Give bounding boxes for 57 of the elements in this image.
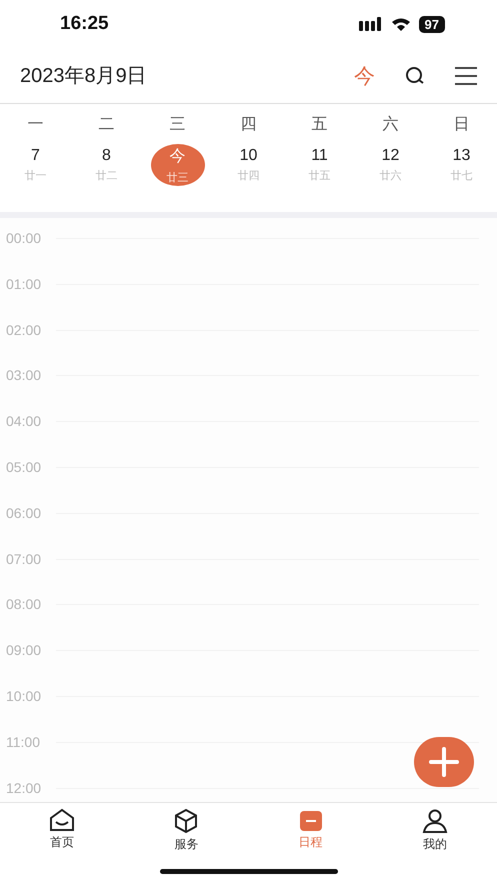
hour-label: 05:00	[6, 458, 42, 475]
tab-item[interactable]: 首页	[0, 803, 124, 851]
search-icon	[405, 66, 425, 86]
day-number: 7	[31, 147, 40, 165]
day-number: 11	[311, 147, 328, 165]
hour-label: 02:00	[6, 322, 42, 338]
day-cell[interactable]: 12 廿六	[364, 144, 418, 186]
day-number: 今	[170, 146, 186, 166]
plus-icon	[429, 747, 459, 777]
calendar-icon	[298, 808, 323, 832]
hour-label: 07:00	[6, 550, 42, 567]
weekday-label: 二	[98, 115, 116, 135]
hour-label: 00:00	[6, 230, 42, 246]
day-number: 13	[452, 147, 470, 165]
date-title: 2023年8月9日	[20, 64, 148, 89]
menu-button[interactable]	[455, 66, 477, 84]
day-cell[interactable]: 13 廿七	[434, 144, 488, 186]
lunar-date: 廿一	[24, 169, 46, 183]
menu-icon	[455, 66, 477, 84]
hour-label: 03:00	[6, 367, 42, 384]
person-icon	[422, 808, 448, 834]
lunar-date: 廿七	[450, 169, 472, 183]
weekday-label: 一	[26, 115, 44, 135]
weekday-label: 五	[310, 115, 328, 135]
weekday-label: 四	[240, 115, 258, 135]
day-number: 12	[382, 147, 400, 165]
search-button[interactable]	[405, 66, 425, 86]
battery-level: 97	[418, 16, 445, 32]
hour-label: 12:00	[6, 780, 42, 796]
weekday-label: 六	[382, 114, 400, 135]
day-cell[interactable]: 10 廿四	[222, 144, 276, 186]
lunar-date: 廿四	[238, 169, 260, 183]
tab-item[interactable]: 我的	[372, 803, 497, 853]
hour-label: 10:00	[6, 688, 42, 704]
day-cell[interactable]: 8 廿二	[80, 144, 134, 186]
tab-item[interactable]: 服务	[124, 803, 248, 853]
cube-icon	[173, 808, 200, 834]
hour-label: 08:00	[6, 596, 42, 612]
status-time: 16:25	[60, 13, 109, 35]
weekday-label: 三	[168, 115, 186, 135]
lunar-date: 廿六	[380, 168, 402, 183]
hour-label: 11:00	[6, 734, 41, 750]
hour-label: 06:00	[6, 504, 42, 521]
hour-label: 09:00	[6, 642, 42, 658]
hour-label: 01:00	[6, 276, 42, 292]
lunar-date: 廿五	[308, 169, 330, 183]
hour-label: 04:00	[6, 413, 42, 430]
day-cell[interactable]: 7 廿一	[8, 144, 62, 186]
day-number: 8	[102, 147, 111, 165]
weekday-label: 日	[452, 115, 470, 135]
day-cell[interactable]: 11 廿五	[292, 144, 346, 186]
day-number: 10	[240, 147, 258, 165]
envelope-icon	[49, 808, 76, 832]
signal-icon	[358, 17, 383, 31]
lunar-date: 廿三	[166, 170, 188, 184]
lunar-date: 廿二	[96, 169, 118, 183]
wifi-icon	[390, 16, 411, 32]
